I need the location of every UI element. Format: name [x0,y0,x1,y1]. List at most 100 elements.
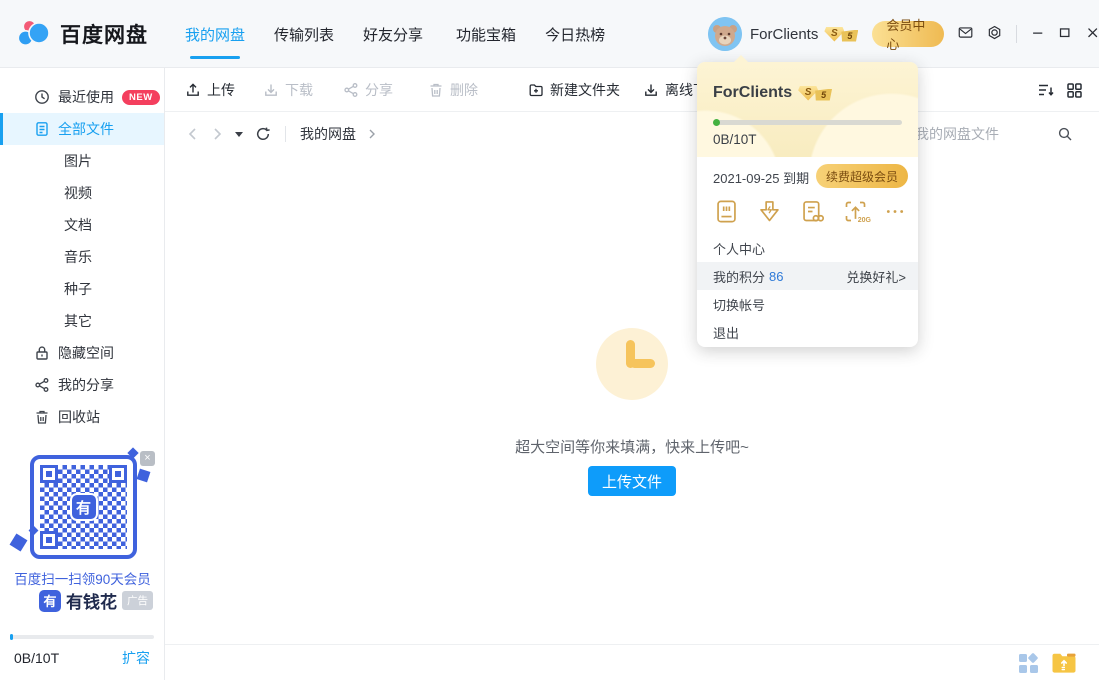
widget-grid-icon[interactable] [1018,653,1039,674]
avatar[interactable] [708,17,742,51]
user-name: ForClients [750,26,818,43]
bottom-bar [165,644,1099,680]
sidebar-item-my-shares[interactable]: 我的分享 [0,369,164,401]
qr-deco-cube [137,469,151,483]
vip-center-button[interactable]: 会员中心 [872,21,944,47]
share-button[interactable]: 分享 [343,80,393,100]
title-bar: 百度网盘 我的网盘 传输列表 好友分享 功能宝箱 今日热榜 [0,0,1099,68]
mail-icon[interactable] [958,25,973,43]
sidebar-item-hidden-space[interactable]: 隐藏空间 [0,337,164,369]
ad-tag: 广告 [122,591,153,610]
qr-deco-cube [10,534,28,552]
sidebar-item-recycle-bin[interactable]: 回收站 [0,401,164,433]
upload-icon [185,82,201,98]
menu-item-personal-center[interactable]: 个人中心 [697,234,918,262]
empty-state-title: 超大空间等你来填满，快来上传吧~ [165,436,1099,457]
menu-item-switch-account[interactable]: 切换帐号 [697,290,918,318]
sort-order-icon[interactable] [1037,68,1055,112]
renew-svip-button[interactable]: 续费超级会员 [816,164,908,188]
upload-folder-icon[interactable] [1051,651,1077,674]
sidebar-item-music[interactable]: 音乐 [0,241,164,273]
tab-transfer-list[interactable]: 传输列表 [274,0,334,68]
sidebar-item-torrents[interactable]: 种子 [0,273,164,305]
breadcrumb-root[interactable]: 我的网盘 [300,124,356,144]
panel-user-row: ForClients S 5 [713,84,832,102]
chevron-right-icon [366,128,378,140]
clock-icon [34,89,50,105]
forward-icon[interactable] [209,126,225,142]
storage-progress-bar [10,635,154,639]
new-badge: NEW [122,90,160,105]
vip-expire-row: 2021-09-25 到期 续费超级会员 [713,165,908,189]
sidebar-item-videos[interactable]: 视频 [0,177,164,209]
panel-storage-progress [713,120,902,125]
expand-storage-link[interactable]: 扩容 [122,648,150,668]
speed-download-icon[interactable] [756,198,783,225]
offline-download-icon [643,82,659,98]
upload-button[interactable]: 上传 [185,80,235,100]
lock-icon [34,345,50,361]
sidebar-item-pictures[interactable]: 图片 [0,145,164,177]
sidebar-item-recent[interactable]: 最近使用 NEW [0,81,164,113]
qr-center-logo: 有 [70,493,98,521]
unlimited-doc-icon[interactable] [799,198,826,225]
tab-toolbox[interactable]: 功能宝箱 [456,0,516,68]
tab-friend-share[interactable]: 好友分享 [363,0,423,68]
youqianhua-logo: 有 [39,590,61,612]
storage-card-icon[interactable] [713,198,740,225]
sidebar-item-all-files[interactable]: 全部文件 [0,113,164,145]
svip-badge-icon: S [798,86,818,101]
new-folder-button[interactable]: 新建文件夹 [528,80,620,100]
menu-item-logout[interactable]: 退出 [697,318,918,346]
app-logo: 百度网盘 [16,16,148,52]
sidebar-nav: 最近使用 NEW 全部文件 图片 视频 文档 音乐 种子 其它 隐藏空间 [0,68,164,433]
upload-file-button[interactable]: 上传文件 [588,466,676,496]
ad-caption: 百度扫一扫领90天会员 [0,568,165,588]
toolbar: 上传 下载 分享 删除 [165,68,1099,112]
sidebar-item-documents[interactable]: 文档 [0,209,164,241]
sidebar-item-others[interactable]: 其它 [0,305,164,337]
share-icon [343,82,359,98]
privilege-icons-row: 20G [713,198,905,225]
ad-brand-row: 有 有钱花 广告 [0,588,165,613]
share-nodes-icon [34,377,50,393]
history-caret-icon[interactable] [235,132,243,137]
download-icon [263,82,279,98]
ad-qr-code: 有 [30,455,137,559]
panel-menu: 个人中心 我的积分 86 兑换好礼> 切换帐号 退出 [697,234,918,346]
maximize-button[interactable] [1058,26,1071,42]
storage-usage: 0B/10T [14,650,59,666]
layout-grid-icon[interactable] [1066,68,1083,112]
settings-gear-icon[interactable] [987,25,1002,43]
upload-size-badge: 20G [858,217,871,224]
refresh-icon[interactable] [255,126,271,142]
upload-20g-icon[interactable]: 20G [842,198,869,225]
ad-close-icon[interactable]: × [140,451,155,466]
delete-button[interactable]: 删除 [428,80,478,100]
minimize-button[interactable] [1031,26,1044,42]
app-title: 百度网盘 [60,19,148,49]
breadcrumb-bar: 我的网盘 [165,112,1099,156]
breadcrumb-divider [285,126,286,142]
panel-storage-usage: 0B/10T [713,132,757,147]
baidu-netdisk-logo-icon [16,16,52,52]
tab-my-drive[interactable]: 我的网盘 [185,0,245,68]
sidebar: 最近使用 NEW 全部文件 图片 视频 文档 音乐 种子 其它 隐藏空间 [0,68,165,680]
user-dropdown-panel: ForClients S 5 0B/10T 2021-09-25 到期 续费超级… [697,62,918,347]
qr-pattern: 有 [40,465,127,549]
app-window: 百度网盘 我的网盘 传输列表 好友分享 功能宝箱 今日热榜 [0,0,1099,680]
more-privileges-icon[interactable] [885,198,905,225]
search-icon[interactable] [1057,126,1073,142]
vip-expire-text: 2021-09-25 到期 [713,168,809,187]
redeem-gifts-link[interactable]: 兑换好礼> [846,267,906,286]
menu-item-my-points[interactable]: 我的积分 86 兑换好礼> [697,262,918,290]
svip-badge-icon: S [824,27,844,42]
panel-vip-badges: S 5 [798,86,832,101]
download-button[interactable]: 下载 [263,80,313,100]
trash-icon [34,409,50,425]
close-button[interactable] [1086,26,1099,42]
vip-badges: S 5 [824,27,858,42]
back-icon[interactable] [185,126,201,142]
tab-hot-list[interactable]: 今日热榜 [545,0,605,68]
panel-user-name: ForClients [713,84,792,102]
